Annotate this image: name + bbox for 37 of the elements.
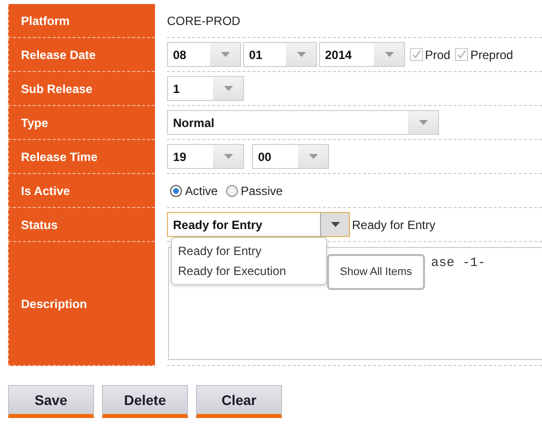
checkbox-label: Preprod (470, 48, 514, 62)
select-field[interactable]: 01 (243, 42, 317, 67)
select-field[interactable]: 2014 (319, 42, 405, 67)
checkbox-label: Prod (425, 48, 450, 62)
dropdown-option[interactable]: Ready for Execution (172, 261, 326, 281)
caret-icon (296, 52, 306, 57)
field-label: Sub Release (8, 72, 155, 106)
caret-icon (384, 52, 394, 57)
caret-icon (330, 222, 340, 227)
select-field[interactable]: 1 (167, 76, 244, 101)
form-button[interactable]: Delete (102, 385, 188, 418)
field-label: Release Time (8, 140, 155, 174)
status-select-field[interactable]: Ready for Entry (167, 212, 350, 237)
form-button[interactable]: Save (8, 385, 94, 418)
field-label: Type (8, 106, 155, 140)
select-field[interactable]: Normal (167, 110, 439, 135)
field-label: Description (8, 242, 155, 366)
field-label: Platform (8, 4, 155, 38)
radio-label: Passive (240, 184, 283, 198)
caret-icon (224, 86, 232, 91)
field-label: Release Date (8, 38, 155, 72)
select-field[interactable]: 08 (167, 42, 241, 67)
caret-icon (418, 120, 428, 125)
select-field[interactable]: 00 (252, 144, 329, 169)
caret-icon (220, 52, 230, 57)
platform-value: CORE-PROD (167, 14, 240, 28)
show-all-items-button[interactable]: Show All Items (327, 254, 425, 290)
radio-button[interactable] (170, 184, 182, 196)
caret-icon (224, 154, 232, 159)
form-button[interactable]: Clear (196, 385, 282, 418)
select-field[interactable]: 19 (167, 144, 244, 169)
caret-icon (308, 154, 318, 159)
radio-label: Active (185, 184, 218, 198)
radio-button[interactable] (226, 184, 238, 196)
field-label: Is Active (8, 174, 155, 208)
status-text: Ready for Entry (352, 218, 436, 232)
field-label: Status (8, 208, 155, 242)
